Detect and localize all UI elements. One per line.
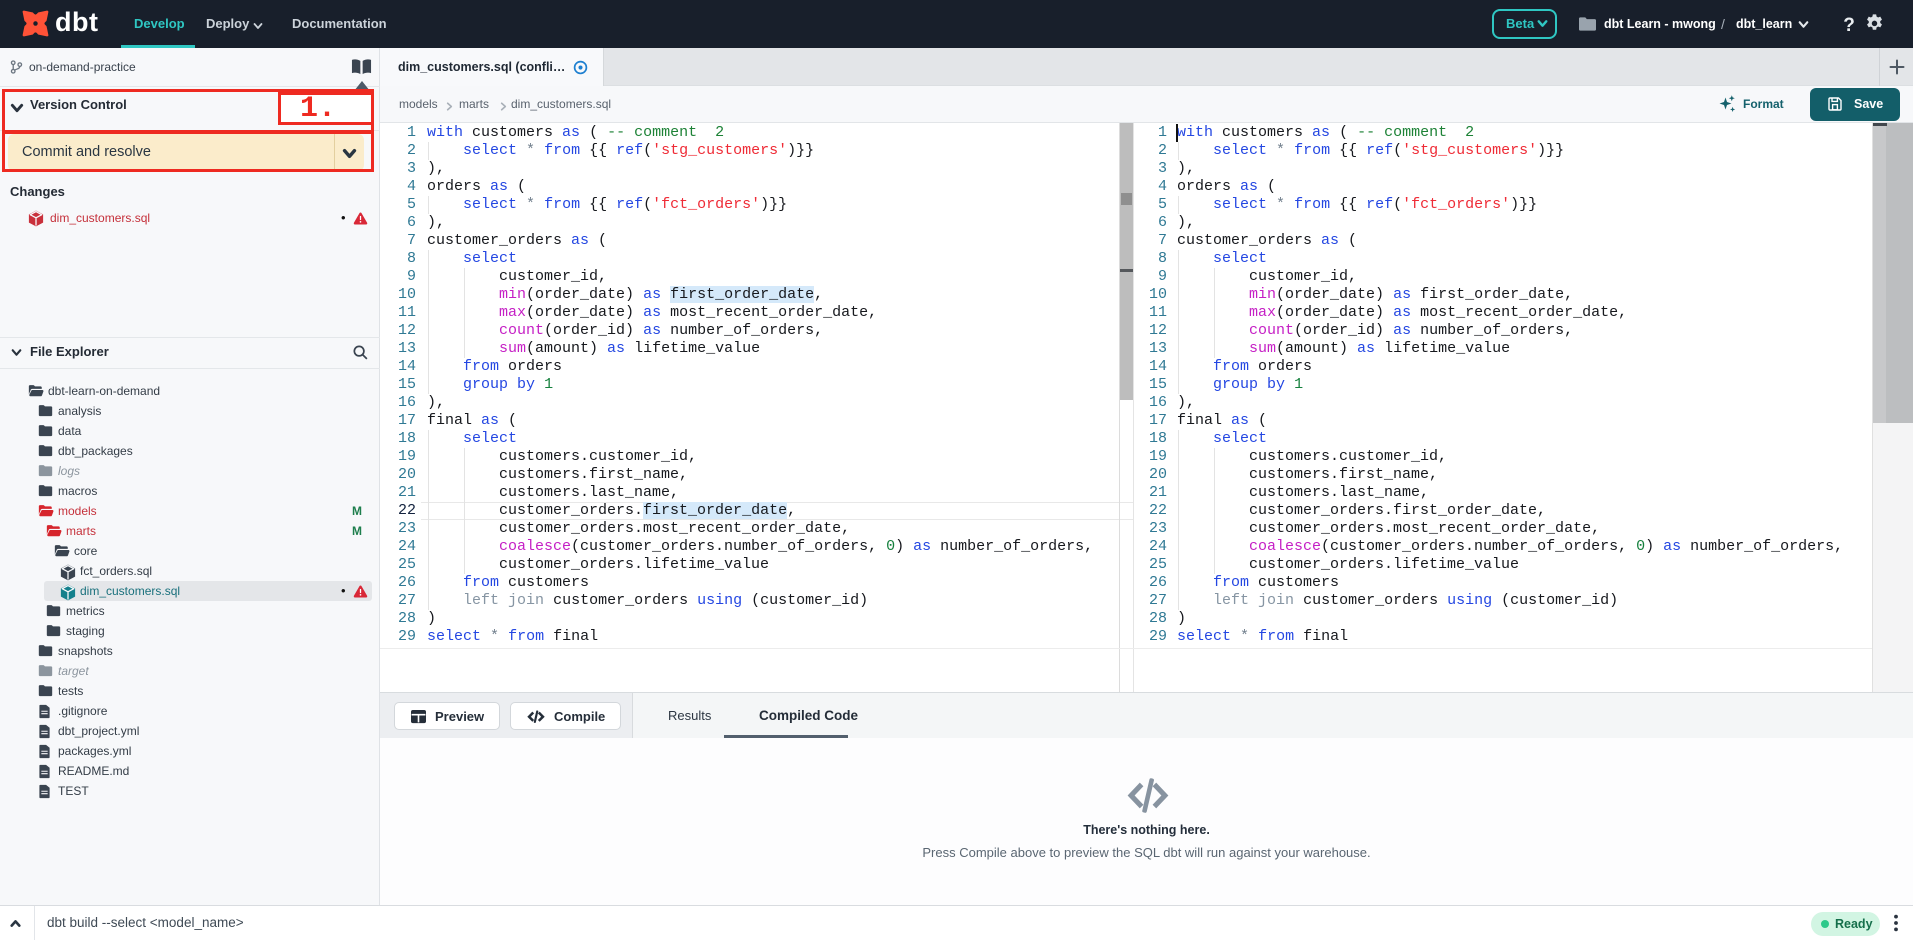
svg-text:?: ? (1843, 15, 1855, 36)
